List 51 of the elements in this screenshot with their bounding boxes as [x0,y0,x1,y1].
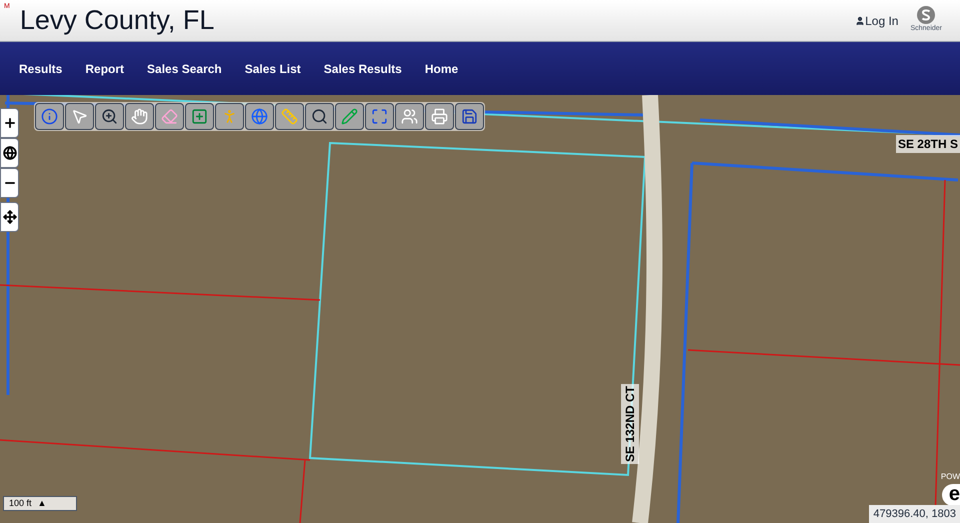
globe-icon [2,146,16,160]
zoom-in-icon [101,108,118,125]
map-control-button[interactable] [0,202,19,232]
scale-bar: 100 ft ▲ [3,496,77,511]
toolbar-button[interactable] [185,103,214,130]
toolbar-button[interactable] [95,103,124,130]
site-title: Levy County, FL [20,4,214,38]
toolbar-button[interactable] [335,103,364,130]
nav-link[interactable]: Sales List [244,60,301,78]
map-control-button[interactable] [0,168,19,198]
road-label: SE 132ND CT [621,384,640,464]
toolbar-button[interactable] [35,103,64,130]
toolbar-button[interactable] [275,103,304,130]
user-icon [855,16,866,26]
toolbar-button[interactable] [395,103,424,130]
coordinates-readout: 479396.40, 1803 [869,504,960,523]
people-icon [401,108,418,125]
pointer-icon [71,108,88,125]
nav-link[interactable]: Sales Search [147,60,222,78]
pan-icon [2,210,16,224]
nav-link[interactable]: Sales Results [324,60,402,78]
toolbar-button[interactable] [245,103,274,130]
zoom-in-icon [2,116,16,130]
road-label: SE 28TH S [896,135,960,153]
info-icon [41,108,58,125]
eraser-icon [161,108,178,125]
ruler-icon [281,108,298,125]
square-plus-icon [191,108,208,125]
map-control-button[interactable] [0,138,19,168]
magnifier-icon [311,108,328,125]
hand-icon [131,108,148,125]
toolbar-button[interactable] [365,103,394,130]
nav-link[interactable]: Report [85,60,124,78]
powered-by-text: POW [940,471,960,483]
nav-link[interactable]: Results [19,60,62,78]
toolbar-button[interactable] [125,103,154,130]
extent-icon [371,108,388,125]
logo-icon [917,6,936,24]
toolbar-button[interactable] [215,103,244,130]
toolbar-button[interactable] [305,103,334,130]
login-link[interactable]: Log In [855,12,898,30]
globe-icon [251,108,268,125]
toolbar-button[interactable] [425,103,454,130]
pencil-icon [341,108,358,125]
printer-icon [431,108,448,125]
toolbar-button[interactable] [65,103,94,130]
map-control-button[interactable] [0,108,19,138]
toolbar-button[interactable] [455,103,484,130]
save-icon [461,108,478,125]
nav-link[interactable]: Home [424,60,458,78]
toolbar-button[interactable] [155,103,184,130]
